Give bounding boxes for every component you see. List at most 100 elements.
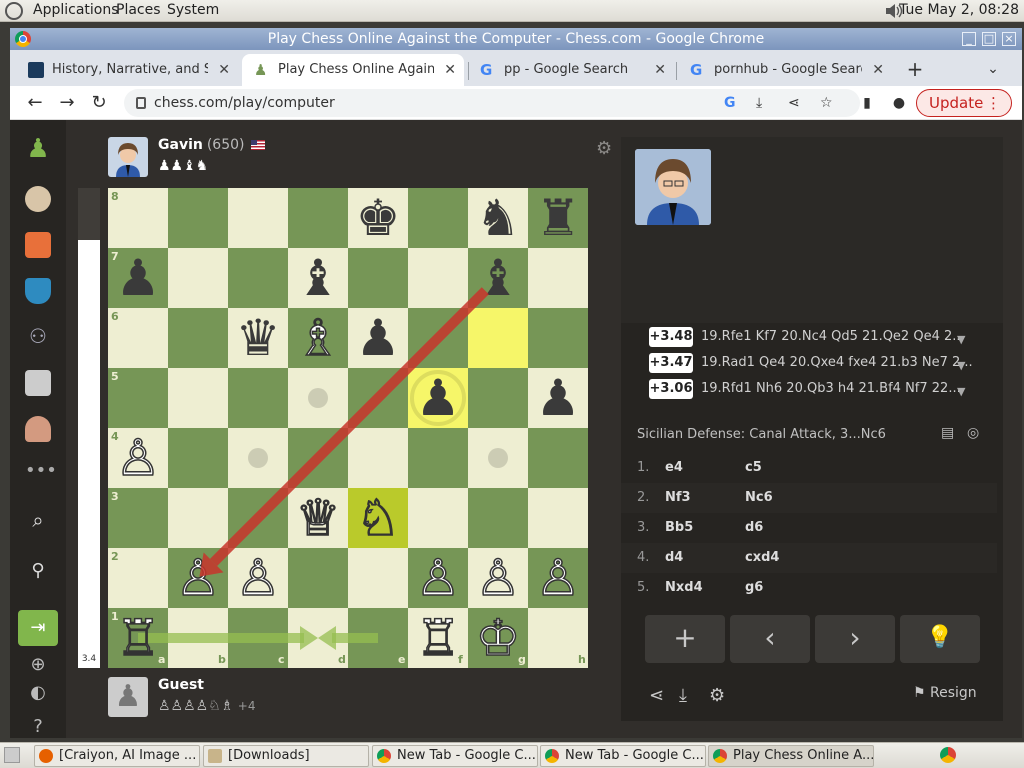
close-tab-icon[interactable]: ✕: [444, 54, 456, 86]
black-piece-g7[interactable]: ♝: [468, 248, 528, 308]
puzzles-icon[interactable]: [25, 232, 51, 258]
tab-search-chevron-icon[interactable]: ⌄: [982, 58, 1004, 80]
square-d8[interactable]: [288, 188, 348, 248]
square-f4[interactable]: [408, 428, 468, 488]
reload-button[interactable]: ↻: [88, 92, 110, 114]
clock[interactable]: Tue May 2, 08:28: [899, 2, 1019, 18]
login-button[interactable]: ⇥: [18, 610, 58, 646]
share-icon[interactable]: ⋖: [649, 685, 669, 706]
square-b3[interactable]: [168, 488, 228, 548]
white-piece-a1[interactable]: ♖: [108, 608, 168, 668]
chess-logo-icon[interactable]: ♟: [25, 136, 51, 162]
watch-binoculars-icon[interactable]: ⚇: [25, 324, 51, 350]
black-piece-a7[interactable]: ♟: [108, 248, 168, 308]
next-move-button[interactable]: ›: [815, 615, 895, 663]
square-h7[interactable]: [528, 248, 588, 308]
black-piece-e6[interactable]: ♟: [348, 308, 408, 368]
back-button[interactable]: ←: [24, 92, 46, 114]
social-icon[interactable]: [25, 416, 51, 442]
engine-line[interactable]: +3.47 19.Rad1 Qe4 20.Qxe4 fxe4 21.b3 Ne7 …: [649, 353, 973, 375]
update-button[interactable]: Update ⋮: [916, 89, 1012, 117]
white-piece-g1[interactable]: ♔: [468, 608, 528, 668]
white-piece-b2[interactable]: ♙: [168, 548, 228, 608]
address-bar[interactable]: chess.com/play/computer G ⤓ ⋖ ☆: [124, 89, 860, 117]
square-e7[interactable]: [348, 248, 408, 308]
black-piece-c6[interactable]: ♛: [228, 308, 288, 368]
share-icon[interactable]: ⋖: [788, 89, 800, 117]
black-piece-g8[interactable]: ♞: [468, 188, 528, 248]
square-d4[interactable]: [288, 428, 348, 488]
tab-history[interactable]: History, Narrative, and Sex ✕: [16, 54, 238, 86]
square-f6[interactable]: [408, 308, 468, 368]
square-g3[interactable]: [468, 488, 528, 548]
close-tab-icon[interactable]: ✕: [872, 54, 884, 86]
white-piece-c2[interactable]: ♙: [228, 548, 288, 608]
taskbar-item[interactable]: [Craiyon, AI Image ...: [34, 745, 200, 767]
search-icon[interactable]: ⌕: [25, 508, 51, 534]
square-e5[interactable]: [348, 368, 408, 428]
window-titlebar[interactable]: Play Chess Online Against the Computer -…: [10, 28, 1022, 50]
white-piece-e3[interactable]: ♘: [348, 488, 408, 548]
square-b7[interactable]: [168, 248, 228, 308]
square-e4[interactable]: [348, 428, 408, 488]
tab-second-search[interactable]: G pornhub - Google Search ✕: [678, 54, 892, 86]
square-f8[interactable]: [408, 188, 468, 248]
new-game-button[interactable]: +: [645, 615, 725, 663]
system-menu[interactable]: System: [167, 2, 219, 18]
square-b6[interactable]: [168, 308, 228, 368]
close-tab-icon[interactable]: ✕: [654, 54, 666, 86]
maximize-button[interactable]: □: [982, 32, 996, 46]
book-icon[interactable]: ▤: [941, 425, 954, 441]
explorer-icon[interactable]: ◎: [967, 425, 979, 441]
menu-dots-icon[interactable]: ⋮: [986, 90, 1001, 116]
minimize-button[interactable]: _: [962, 32, 976, 46]
move-hint-dot[interactable]: [248, 448, 268, 468]
close-window-button[interactable]: ×: [1002, 32, 1016, 46]
square-h4[interactable]: [528, 428, 588, 488]
news-icon[interactable]: [25, 370, 51, 396]
engine-line[interactable]: +3.48 19.Rfe1 Kf7 20.Nc4 Qd5 21.Qe2 Qe4 2…: [649, 327, 965, 349]
white-piece-d6[interactable]: ♗: [288, 308, 348, 368]
play-icon[interactable]: [25, 186, 51, 212]
black-piece-h5[interactable]: ♟: [528, 368, 588, 428]
square-b5[interactable]: [168, 368, 228, 428]
places-menu[interactable]: Places: [116, 2, 161, 18]
resign-button[interactable]: ⚑ Resign: [913, 685, 977, 701]
board-settings-gear-icon[interactable]: ⚙: [596, 138, 614, 159]
square-e2[interactable]: [348, 548, 408, 608]
google-lens-icon[interactable]: G: [724, 89, 736, 117]
square-h3[interactable]: [528, 488, 588, 548]
settings-gear-icon[interactable]: ⚙: [709, 685, 729, 706]
square-h6[interactable]: [528, 308, 588, 368]
taskbar-item[interactable]: Play Chess Online A...: [708, 745, 874, 767]
forward-button[interactable]: →: [56, 92, 78, 114]
white-piece-a4[interactable]: ♙: [108, 428, 168, 488]
new-tab-button[interactable]: +: [904, 58, 926, 80]
install-app-icon[interactable]: ⤓: [756, 89, 762, 117]
add-friend-icon[interactable]: ⚲: [25, 560, 51, 586]
bookmark-star-icon[interactable]: ☆: [820, 89, 833, 117]
chess-board[interactable]: 8 7 6 5 4 3 2 1 a b c d e f g h ♚ ♞ ♜ ♟ ♝ ♝ ♛ ♗ ♟ ♟ ♟ ♙ ♕ ♘ ♙ ♙ ♙ ♙ ♙ ♖ ♖ ♔: [108, 188, 588, 668]
square-b8[interactable]: [168, 188, 228, 248]
engine-line[interactable]: +3.06 19.Rfd1 Nh6 20.Qb3 h4 21.Bf4 Nf7 22…: [649, 379, 965, 401]
show-desktop-icon[interactable]: [4, 747, 20, 763]
taskbar-item[interactable]: [Downloads]: [203, 745, 369, 767]
theme-icon[interactable]: ◐: [25, 682, 51, 708]
help-icon[interactable]: ?: [25, 716, 51, 742]
square-c7[interactable]: [228, 248, 288, 308]
lock-icon[interactable]: [136, 97, 146, 109]
download-icon[interactable]: ⤓: [679, 685, 699, 706]
square-c8[interactable]: [228, 188, 288, 248]
square-c3[interactable]: [228, 488, 288, 548]
white-piece-d3[interactable]: ♕: [288, 488, 348, 548]
chrome-tray-icon[interactable]: [940, 747, 956, 763]
close-tab-icon[interactable]: ✕: [218, 54, 230, 86]
previous-move-button[interactable]: ‹: [730, 615, 810, 663]
gnome-foot-icon[interactable]: [5, 2, 23, 20]
white-piece-f1[interactable]: ♖: [408, 608, 468, 668]
square-g6[interactable]: [468, 308, 528, 368]
applications-menu[interactable]: Applications: [33, 2, 119, 18]
hint-lightbulb-icon[interactable]: 💡: [900, 615, 980, 663]
square-c5[interactable]: [228, 368, 288, 428]
side-panel-icon[interactable]: ▮: [856, 92, 878, 114]
